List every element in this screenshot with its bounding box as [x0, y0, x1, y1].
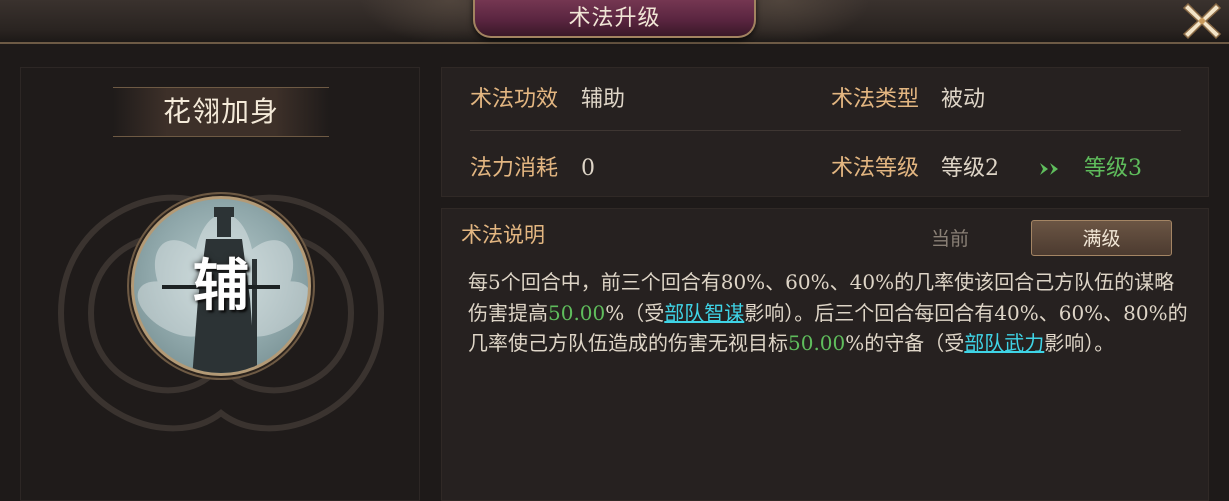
skill-description-text: 每5个回合中，前三个回合有80%、60%、40%的几率使该回合己方队伍的谋略伤害… [468, 267, 1188, 359]
page-title: 术法升级 [568, 6, 661, 31]
skill-name: 花翎加身 [162, 95, 279, 128]
attribute-link[interactable]: 部队武力 [964, 331, 1044, 355]
highlight-value: 50.00 [788, 331, 846, 355]
close-x-icon [1182, 2, 1222, 40]
cost-label: 法力消耗 [470, 156, 559, 181]
effect-value: 辅助 [581, 87, 626, 112]
highlight-value: 50.00 [548, 300, 606, 325]
skill-portrait-panel: 花翎加身 辅 [20, 67, 420, 501]
tab-max-level[interactable]: 满级 [1031, 220, 1172, 256]
double-chevron-right-icon [1040, 163, 1058, 175]
description-text-segment: 影响）。 [1044, 331, 1115, 355]
level-current: 等级2 [941, 156, 999, 181]
level-label: 术法等级 [831, 156, 920, 181]
description-text-segment: %（受 [605, 300, 665, 325]
description-text-segment: %的守备（受 [845, 331, 965, 355]
effect-label: 术法功效 [470, 87, 559, 112]
tab-current[interactable]: 当前 [880, 221, 1020, 257]
attribute-link[interactable]: 部队智谋 [664, 301, 744, 325]
info-divider [470, 130, 1181, 131]
description-heading: 术法说明 [461, 223, 545, 247]
type-value: 被动 [941, 87, 986, 112]
cost-value: 0 [581, 156, 595, 181]
close-button[interactable] [1178, 0, 1226, 42]
level-next: 等级3 [1084, 156, 1142, 181]
type-label: 术法类型 [831, 87, 920, 112]
skill-type-glyph: 辅 [193, 253, 249, 319]
